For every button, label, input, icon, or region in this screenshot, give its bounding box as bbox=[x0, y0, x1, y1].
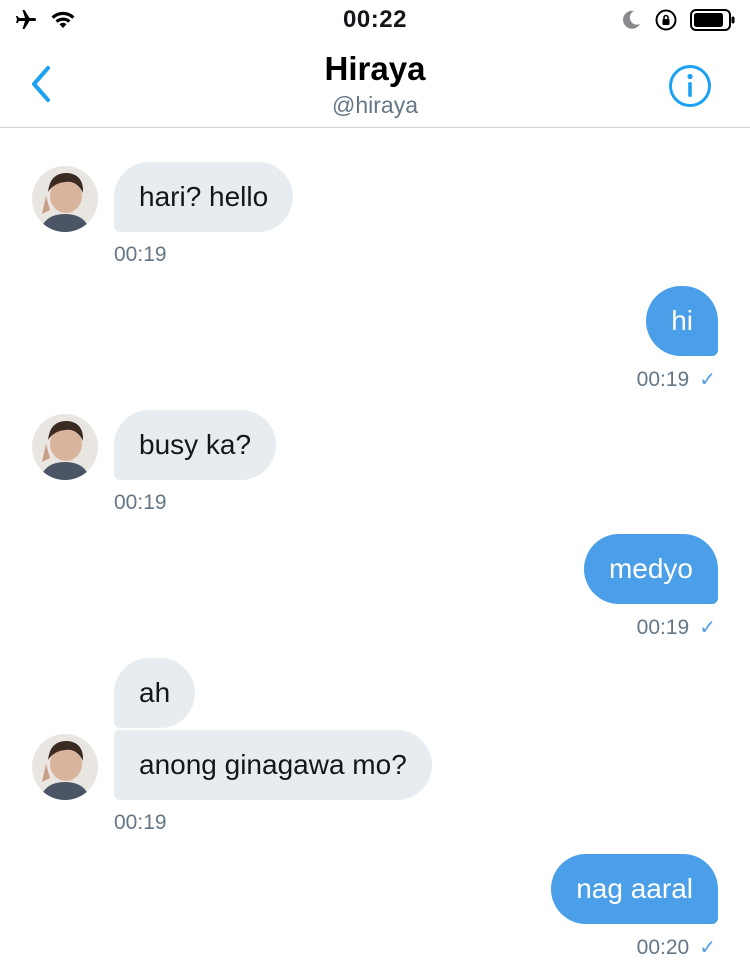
message-meta: 00:19 ✓ bbox=[637, 367, 716, 392]
message-time: 00:19 bbox=[114, 491, 167, 514]
message-bubble[interactable]: ah bbox=[114, 658, 196, 728]
info-icon bbox=[668, 65, 712, 112]
message-time: 00:19 bbox=[114, 243, 167, 266]
message-time: 00:19 bbox=[636, 615, 690, 639]
message-time: 00:20 bbox=[636, 935, 690, 959]
message-meta: 00:19 ✓ bbox=[637, 615, 716, 640]
avatar[interactable] bbox=[32, 414, 98, 480]
contact-handle[interactable]: @hiraya bbox=[0, 92, 750, 119]
conversation-header: Hiraya @hiraya bbox=[0, 40, 750, 128]
avatar[interactable] bbox=[32, 734, 98, 800]
message-bubble[interactable]: hi bbox=[646, 286, 718, 356]
orientation-lock-icon bbox=[654, 8, 678, 37]
battery-icon bbox=[690, 8, 736, 37]
message-bubble[interactable]: medyo bbox=[583, 534, 718, 604]
sent-check-icon: ✓ bbox=[699, 369, 716, 391]
message-bubble[interactable]: anong ginagawa mo? bbox=[114, 730, 432, 800]
message-meta: 00:20 ✓ bbox=[637, 935, 716, 960]
status-bar: 00:22 bbox=[0, 0, 750, 40]
message-time: 00:19 bbox=[636, 367, 690, 391]
info-button[interactable] bbox=[668, 64, 712, 108]
moon-icon bbox=[620, 9, 642, 36]
message-time: 00:19 bbox=[114, 811, 167, 834]
sent-check-icon: ✓ bbox=[699, 937, 716, 959]
message-bubble[interactable]: busy ka? bbox=[114, 410, 277, 480]
message-bubble[interactable]: hari? hello bbox=[114, 162, 294, 232]
message-bubble[interactable]: nag aaral bbox=[551, 854, 718, 924]
avatar[interactable] bbox=[32, 166, 98, 232]
contact-name[interactable]: Hiraya bbox=[0, 50, 750, 88]
sent-check-icon: ✓ bbox=[699, 617, 716, 639]
